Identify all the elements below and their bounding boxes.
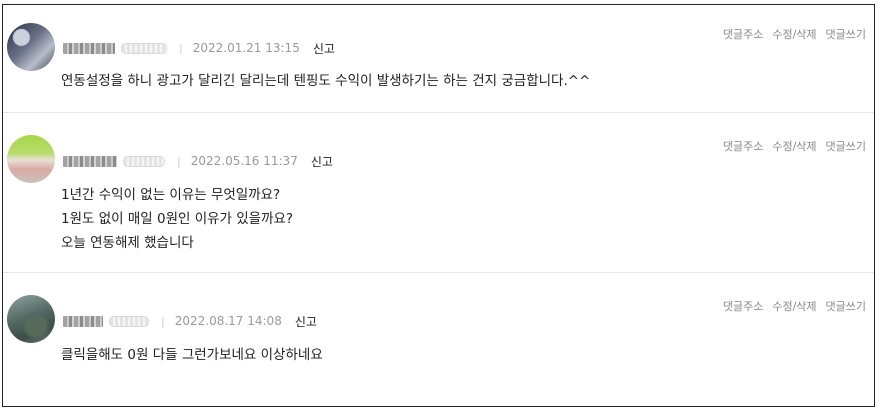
copy-comment-url-link[interactable]: 댓글주소 [723, 26, 763, 42]
comment-actions: 댓글주소 수정/삭제 댓글쓰기 [723, 138, 866, 154]
reply-link[interactable]: 댓글쓰기 [826, 138, 866, 154]
comment-actions: 댓글주소 수정/삭제 댓글쓰기 [723, 26, 866, 42]
level-badge-blurred [123, 155, 165, 167]
meta-separator: | [177, 154, 181, 168]
edit-delete-link[interactable]: 수정/삭제 [772, 298, 816, 314]
comment-line: 1년간 수익이 없는 이유는 무엇일까요? [61, 187, 281, 203]
avatar[interactable] [7, 23, 55, 71]
comment-body: 1년간 수익이 없는 이유는 무엇일까요? 1원도 없이 매일 0원인 이유가 … [61, 183, 293, 255]
comment-item: | 2022.08.17 14:08 신고 댓글주소 수정/삭제 댓글쓰기 클릭… [3, 273, 874, 406]
nickname-blurred[interactable] [63, 155, 117, 167]
meta-separator: | [179, 41, 183, 55]
level-badge-blurred [109, 315, 149, 327]
edit-delete-link[interactable]: 수정/삭제 [772, 138, 816, 154]
comment-line: 1원도 없이 매일 0원인 이유가 있을까요? [61, 211, 294, 227]
nickname-blurred[interactable] [63, 315, 103, 327]
avatar[interactable] [7, 135, 55, 183]
reply-link[interactable]: 댓글쓰기 [826, 26, 866, 42]
copy-comment-url-link[interactable]: 댓글주소 [723, 138, 763, 154]
report-link[interactable]: 신고 [311, 153, 333, 170]
meta-separator: | [161, 314, 165, 328]
avatar[interactable] [7, 295, 55, 343]
comment-item: | 2022.05.16 11:37 신고 댓글주소 수정/삭제 댓글쓰기 1년… [3, 113, 874, 273]
comment-line: 오늘 연동해제 했습니다 [61, 235, 194, 251]
comment-date: 2022.05.16 11:37 [190, 154, 298, 168]
comment-body: 연동설정을 하니 광고가 달리긴 달리는데 텐핑도 수익이 발생하기는 하는 건… [61, 69, 590, 93]
copy-comment-url-link[interactable]: 댓글주소 [723, 298, 763, 314]
comment-list: | 2022.01.21 13:15 신고 댓글주소 수정/삭제 댓글쓰기 연동… [2, 4, 875, 407]
edit-delete-link[interactable]: 수정/삭제 [772, 26, 816, 42]
reply-link[interactable]: 댓글쓰기 [826, 298, 866, 314]
nickname-blurred[interactable] [63, 42, 115, 54]
report-link[interactable]: 신고 [313, 40, 335, 57]
comment-date: 2022.01.21 13:15 [192, 41, 300, 55]
comment-line: 연동설정을 하니 광고가 달리긴 달리는데 텐핑도 수익이 발생하기는 하는 건… [61, 73, 591, 89]
report-link[interactable]: 신고 [295, 313, 317, 330]
comment-date: 2022.08.17 14:08 [174, 314, 282, 328]
level-badge-blurred [121, 42, 167, 54]
comment-line: 클릭을해도 0원 다들 그런가보네요 이상하네요 [61, 347, 323, 363]
comment-actions: 댓글주소 수정/삭제 댓글쓰기 [723, 298, 866, 314]
comment-item: | 2022.01.21 13:15 신고 댓글주소 수정/삭제 댓글쓰기 연동… [3, 5, 874, 113]
comment-body: 클릭을해도 0원 다들 그런가보네요 이상하네요 [61, 343, 323, 367]
